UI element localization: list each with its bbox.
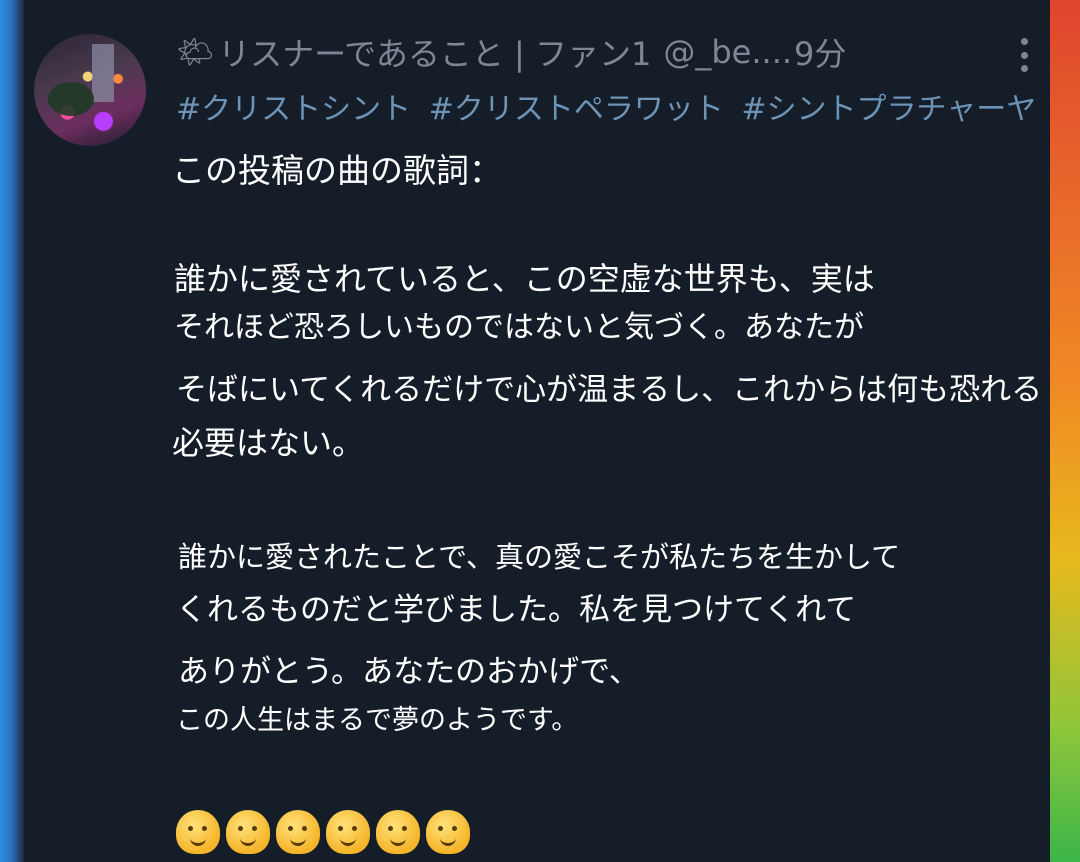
avatar-building — [92, 44, 114, 102]
hugging-face-icon — [226, 810, 270, 854]
hashtag-row: #クリストシント #クリストペラワット #シントプラチャーヤ — [176, 84, 1044, 128]
hugging-face-icon — [276, 810, 320, 854]
lyrics-heading: この投稿の曲の歌詞： — [172, 151, 502, 190]
lyric-line: 必要はない。 — [172, 424, 365, 462]
lyric-line: それほど恐ろしいものではないと気づく。あなたが — [174, 310, 864, 345]
hashtag-link[interactable]: #クリストシント — [176, 92, 411, 127]
display-name[interactable]: リスナーであること | ファン1 — [218, 29, 651, 75]
lyric-line: そばにいてくれるだけで心が温まるし、これからは何も恐れる — [176, 372, 1043, 408]
hashtag-link[interactable]: #シントプラチャーヤ — [741, 92, 1036, 127]
avatar-tree — [48, 82, 94, 116]
user-handle[interactable]: @_be.... — [663, 33, 792, 71]
hugging-face-icon — [426, 810, 470, 854]
more-vertical-icon[interactable] — [1010, 38, 1038, 72]
post-header: 🌤 リスナーであること | ファン1 @_be.... 9分 — [176, 30, 846, 74]
sun-behind-cloud-icon: 🌤 — [176, 34, 215, 70]
hugging-face-icon — [326, 810, 370, 854]
emoji-row — [176, 810, 470, 854]
lyric-line: ありがとう。あなたのおかげで、 — [178, 654, 640, 690]
lyric-line: くれるものだと学びました。私を見つけてくれて — [176, 592, 857, 628]
post-time[interactable]: 9分 — [794, 29, 846, 75]
left-edge-decoration — [0, 0, 24, 862]
lyric-line: この人生はまるで夢のようです。 — [176, 705, 579, 736]
lyric-line: 誰かに愛されたことで、真の愛こそが私たちを生かして — [178, 540, 901, 574]
hugging-face-icon — [376, 810, 420, 854]
hugging-face-icon — [176, 810, 220, 854]
hashtag-link[interactable]: #クリストペラワット — [429, 92, 724, 127]
lyric-line: 誰かに愛されていると、この空虚な世界も、実は — [174, 260, 875, 298]
avatar[interactable] — [34, 34, 146, 146]
right-edge-decoration — [1036, 0, 1080, 862]
